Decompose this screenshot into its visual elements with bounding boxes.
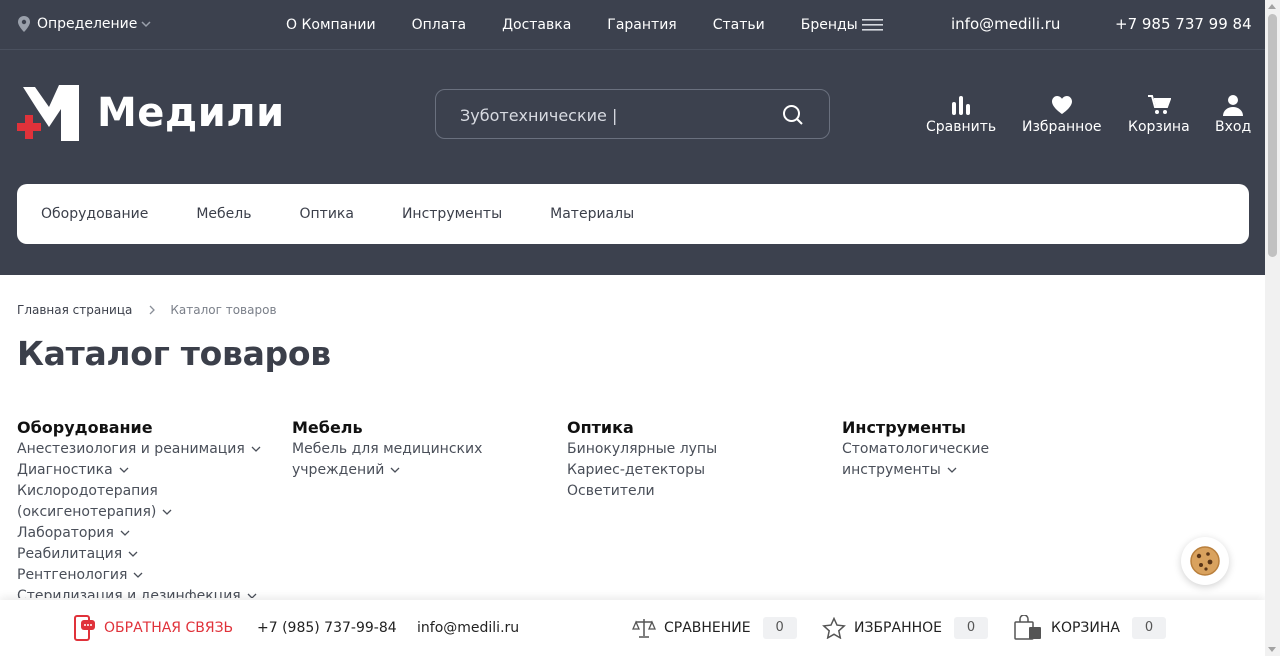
top-nav-company[interactable]: О Компании — [286, 17, 376, 33]
favorites-label: Избранное — [1022, 119, 1102, 135]
top-phone-link[interactable]: +7 985 737 99 84 — [1115, 15, 1252, 33]
catnav-furniture[interactable]: Мебель — [196, 206, 251, 222]
catalog-column-furniture: Мебель Мебель для медицинских учреждений — [292, 418, 492, 481]
favorites-button[interactable]: Избранное — [1022, 94, 1102, 135]
top-nav: О Компании Оплата Доставка Гарантия Стат… — [286, 17, 894, 33]
catalog-item[interactable]: Кислородотерапия (оксигенотерапия) — [17, 481, 187, 523]
catnav-instruments[interactable]: Инструменты — [402, 206, 502, 222]
cart-button[interactable]: Корзина — [1128, 94, 1190, 135]
chevron-down-icon[interactable] — [120, 530, 130, 537]
user-icon — [1223, 95, 1244, 116]
star-icon — [822, 617, 846, 639]
menu-icon[interactable] — [862, 19, 883, 31]
column-title[interactable]: Оборудование — [17, 418, 267, 437]
breadcrumb: Главная страница Каталог товаров — [17, 303, 277, 317]
catalog-item[interactable]: Лаборатория — [17, 523, 267, 544]
catalog-item[interactable]: Мебель для медицинских учреждений — [292, 439, 492, 481]
location-pin-icon — [18, 16, 30, 32]
cart-label: Корзина — [1128, 119, 1190, 135]
catalog-item[interactable]: Кариес-детекторы — [567, 460, 817, 481]
search-icon[interactable] — [782, 104, 804, 126]
catalog-item[interactable]: Диагностика — [17, 460, 267, 481]
catnav-optics[interactable]: Оптика — [299, 206, 353, 222]
catalog-item[interactable]: Рентгенология — [17, 565, 267, 586]
chevron-down-icon[interactable] — [133, 572, 143, 579]
category-nav: Оборудование Мебель Оптика Инструменты М… — [17, 184, 1249, 244]
catalog-column-instruments: Инструменты Стоматологические инструмент… — [842, 418, 1082, 481]
location-label: Определение — [37, 16, 138, 32]
search-input[interactable] — [460, 102, 780, 128]
chevron-down-icon[interactable] — [251, 446, 261, 453]
feedback-button[interactable]: ОБРАТНАЯ СВЯЗЬ — [74, 600, 233, 656]
top-nav-warranty[interactable]: Гарантия — [607, 17, 676, 33]
bottom-favorites-label: ИЗБРАННОЕ — [854, 620, 942, 636]
bottom-cart-button[interactable]: КОРЗИНА 0 — [1013, 600, 1166, 656]
feedback-label: ОБРАТНАЯ СВЯЗЬ — [104, 620, 234, 636]
top-email-link[interactable]: info@medili.ru — [951, 15, 1060, 33]
breadcrumb-home[interactable]: Главная страница — [17, 303, 132, 317]
logo-text: Медили — [97, 90, 285, 136]
catalog-item[interactable]: Бинокулярные лупы — [567, 439, 817, 460]
top-nav-articles[interactable]: Статьи — [713, 17, 765, 33]
top-nav-delivery[interactable]: Доставка — [502, 17, 571, 33]
breadcrumb-current: Каталог товаров — [170, 303, 277, 317]
column-title[interactable]: Мебель — [292, 418, 492, 437]
catalog-columns: Оборудование Анестезиология и реанимация… — [17, 418, 1257, 598]
catalog-column-equipment: Оборудование Анестезиология и реанимация… — [17, 418, 267, 598]
shopping-bag-icon — [1014, 615, 1041, 640]
catalog-item[interactable]: Осветители — [567, 481, 817, 502]
scroll-down-arrow[interactable] — [1268, 647, 1276, 652]
cart-icon — [1147, 95, 1171, 114]
bottom-bar: ОБРАТНАЯ СВЯЗЬ +7 (985) 737-99-84 info@m… — [0, 600, 1265, 656]
login-button[interactable]: Вход — [1215, 94, 1251, 135]
scales-icon — [632, 619, 656, 638]
top-utility-bar: Определение О Компании Оплата Доставка Г… — [0, 0, 1265, 50]
scroll-thumb[interactable] — [1268, 14, 1277, 257]
chevron-right-icon — [149, 305, 156, 315]
chevron-down-icon[interactable] — [247, 593, 257, 599]
site-header: Медили Сравнить Избранное Корзина Вход О… — [0, 50, 1265, 275]
catnav-equipment[interactable]: Оборудование — [41, 206, 148, 222]
cart-count: 0 — [1131, 617, 1166, 639]
login-label: Вход — [1215, 119, 1252, 135]
bottom-email-link[interactable]: info@medili.ru — [417, 600, 519, 656]
site-logo[interactable]: Медили — [17, 85, 284, 141]
catalog-item[interactable]: Анестезиология и реанимация — [17, 439, 267, 460]
chevron-down-icon[interactable] — [947, 467, 957, 474]
cookie-icon — [1190, 546, 1220, 576]
bottom-compare-button[interactable]: СРАВНЕНИЕ 0 — [632, 600, 797, 656]
compare-count: 0 — [762, 617, 797, 639]
scroll-up-arrow[interactable] — [1268, 4, 1276, 9]
page-title: Каталог товаров — [17, 334, 331, 373]
chevron-down-icon — [141, 21, 151, 28]
favorites-count: 0 — [954, 617, 988, 639]
location-selector[interactable]: Определение — [17, 16, 151, 32]
chevron-down-icon[interactable] — [128, 551, 138, 558]
heart-icon — [1051, 96, 1072, 114]
top-nav-payment[interactable]: Оплата — [412, 17, 466, 33]
catalog-item[interactable]: Стоматологические инструменты — [842, 439, 1082, 481]
cookie-button[interactable] — [1181, 537, 1229, 585]
search-box — [435, 89, 830, 139]
chat-phone-icon — [74, 615, 95, 641]
column-title[interactable]: Инструменты — [842, 418, 1082, 437]
bottom-favorites-button[interactable]: ИЗБРАННОЕ 0 — [822, 600, 988, 656]
chevron-down-icon[interactable] — [119, 467, 129, 474]
catalog-item[interactable]: Реабилитация — [17, 544, 267, 565]
page-scrollbar[interactable] — [1265, 0, 1280, 656]
catalog-column-optics: Оптика Бинокулярные лупы Кариес-детектор… — [567, 418, 817, 502]
compare-button[interactable]: Сравнить — [926, 94, 996, 135]
bottom-cart-label: КОРЗИНА — [1051, 620, 1120, 636]
column-title[interactable]: Оптика — [567, 418, 817, 437]
compare-icon — [952, 96, 971, 115]
logo-mark-icon — [17, 85, 79, 141]
catalog-item[interactable]: Стерилизация и дезинфекция — [17, 586, 267, 598]
chevron-down-icon[interactable] — [390, 467, 400, 474]
top-nav-brands[interactable]: Бренды — [801, 17, 858, 33]
compare-label: Сравнить — [926, 119, 997, 135]
chevron-down-icon[interactable] — [162, 509, 172, 516]
bottom-phone-link[interactable]: +7 (985) 737-99-84 — [257, 600, 397, 656]
catnav-materials[interactable]: Материалы — [550, 206, 634, 222]
bottom-compare-label: СРАВНЕНИЕ — [664, 620, 751, 636]
